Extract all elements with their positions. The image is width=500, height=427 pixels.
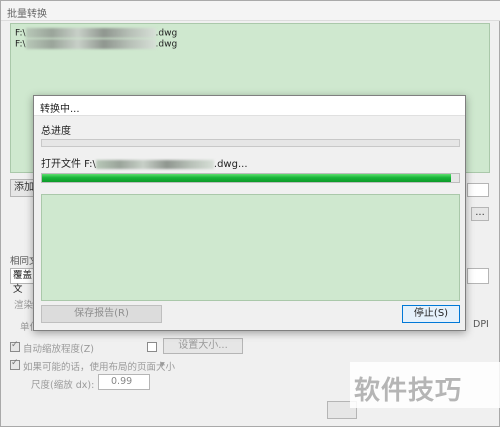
use-layout-label: 如果可能的话，使用布局的页面大小 — [23, 362, 176, 373]
list-item[interactable]: F:\ .dwg — [15, 39, 177, 50]
current-file-label: 打开文件 F:\ .dwg... — [41, 159, 248, 170]
progress-dialog: 转换中... 总进度 打开文件 F:\ .dwg... 保存报告(R) 停止(S) — [33, 95, 466, 331]
redacted-path — [25, 39, 156, 49]
stop-button[interactable]: 停止(S) — [402, 305, 460, 323]
dialog-title: 转换中... — [40, 104, 80, 115]
auto-scale-checkbox[interactable] — [10, 340, 20, 352]
watermark-text: 软件技巧 — [354, 376, 463, 406]
option-checkbox[interactable] — [147, 342, 157, 352]
file-progress-bar — [41, 173, 460, 183]
save-report-button[interactable]: 保存报告(R) — [41, 305, 162, 323]
output-field[interactable] — [467, 268, 489, 284]
list-item[interactable]: F:\ .dwg — [15, 28, 177, 39]
report-log[interactable] — [41, 194, 460, 301]
scale-input[interactable]: 0.99 — [98, 374, 150, 390]
window-title: 批量转换 — [7, 9, 47, 20]
dpi-label: DPI — [473, 319, 489, 330]
hidden-row-label: 渲染 — [14, 300, 34, 311]
window-titlebar: 批量转换 — [1, 1, 500, 21]
redacted-path — [95, 159, 214, 169]
dialog-titlebar: 转换中... — [34, 96, 465, 116]
browse-button[interactable]: ... — [471, 207, 489, 221]
path-field[interactable] — [467, 183, 489, 197]
auto-scale-label: 自动缩放程度(Z) — [23, 344, 94, 355]
redacted-path — [25, 28, 156, 38]
set-size-button[interactable]: 设置大小... — [163, 338, 243, 354]
overall-progress-bar — [41, 139, 460, 147]
file-progress-fill — [42, 174, 451, 182]
use-layout-checkbox[interactable] — [10, 358, 20, 370]
overall-progress-label: 总进度 — [41, 126, 71, 137]
chevron-down-icon: ▾ — [160, 359, 165, 370]
scale-label: 尺度(缩放 dx): — [31, 380, 95, 391]
